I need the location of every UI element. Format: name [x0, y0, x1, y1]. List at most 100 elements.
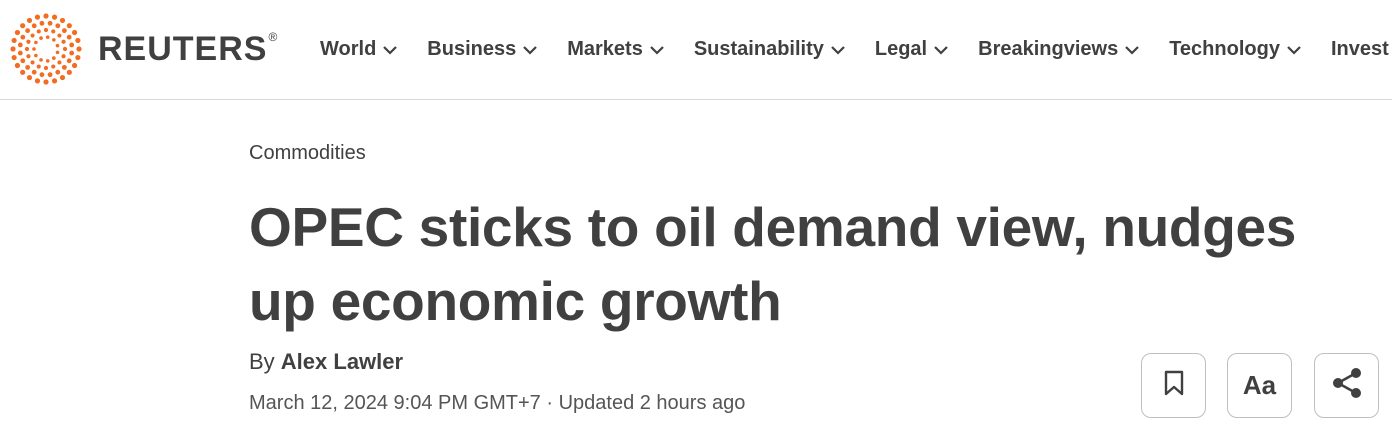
- site-header: REUTERS ® World Business Markets Sustain…: [0, 0, 1392, 100]
- logo-dot: [36, 29, 41, 34]
- logo-dot: [14, 62, 21, 69]
- nav-item-label: Invest: [1330, 37, 1389, 60]
- logo-dot: [39, 20, 45, 26]
- logo-dot: [75, 54, 81, 61]
- logo-dot: [30, 60, 35, 65]
- logo-dot: [34, 53, 38, 58]
- chevron-down-icon: [650, 38, 664, 61]
- share-button[interactable]: [1314, 353, 1379, 418]
- logo-dot: [36, 64, 41, 69]
- logo-dot: [71, 29, 78, 36]
- logo-dot: [39, 72, 45, 78]
- logo-dot: [26, 39, 31, 44]
- logo-wordmark: REUTERS: [98, 30, 268, 68]
- logo-dot: [25, 64, 31, 70]
- logo-dot: [61, 39, 66, 44]
- nav-item-label: Markets: [567, 37, 643, 60]
- reuters-dot-ring-logo-icon: [10, 13, 82, 85]
- nav-item-sustainability[interactable]: Sustainability: [694, 34, 845, 64]
- logo-dot: [47, 20, 53, 26]
- logo-dot: [20, 69, 26, 75]
- share-icon: [1330, 366, 1364, 405]
- logo-dot: [61, 64, 67, 70]
- logo-dot: [43, 79, 49, 85]
- logo-dot: [34, 40, 38, 45]
- logo-dot: [59, 74, 66, 81]
- article-category-link[interactable]: Commodities: [249, 142, 366, 165]
- logo-dot: [25, 28, 31, 34]
- nav-item-markets[interactable]: Markets: [567, 34, 664, 64]
- author-link[interactable]: Alex Lawler: [281, 349, 403, 374]
- chevron-down-icon: [523, 38, 538, 61]
- logo-dot: [39, 36, 43, 40]
- logo-dot: [26, 17, 33, 24]
- text-size-button[interactable]: Aa: [1227, 353, 1292, 418]
- byline-prefix: By: [249, 349, 281, 374]
- logo-dot: [51, 64, 56, 69]
- logo-dot: [20, 58, 26, 64]
- logo-dot: [55, 43, 60, 48]
- logo-dot: [66, 34, 72, 40]
- logo-dot: [31, 23, 37, 29]
- nav-item-business[interactable]: Business: [427, 34, 538, 64]
- logo-dot: [17, 50, 23, 56]
- logo-dot: [76, 46, 82, 52]
- logo-dot: [52, 56, 56, 60]
- registered-mark: ®: [268, 30, 278, 44]
- nav-item-legal[interactable]: Legal: [875, 34, 948, 64]
- chevron-down-icon: [383, 38, 398, 61]
- logo-dot: [24, 46, 30, 52]
- bookmark-button[interactable]: [1141, 353, 1206, 418]
- logo-dot: [69, 50, 75, 56]
- logo-dot: [51, 29, 56, 34]
- text-size-label: Aa: [1242, 370, 1277, 400]
- logo-dot: [47, 72, 53, 78]
- chevron-down-icon: [934, 38, 948, 61]
- logo-dot: [66, 69, 72, 75]
- logo-dot: [43, 65, 49, 71]
- main-nav: World Business Markets Sustainability Le…: [320, 34, 1392, 64]
- logo-dot: [55, 23, 61, 29]
- logo-dot: [43, 13, 49, 19]
- logo-dot: [51, 14, 58, 20]
- logo-dot: [75, 37, 81, 44]
- logo-dot: [59, 17, 66, 24]
- nav-item-label: Legal: [874, 37, 928, 60]
- logo-dot: [17, 42, 23, 48]
- logo-dot: [71, 62, 78, 69]
- logo-dot: [32, 47, 36, 51]
- logo-dot: [39, 58, 43, 62]
- article-headline: OPEC sticks to oil demand view, nudges u…: [249, 196, 1297, 332]
- logo-dot: [52, 38, 56, 42]
- nav-item-world[interactable]: World: [320, 34, 398, 64]
- nav-item-technology[interactable]: Technology: [1169, 34, 1301, 64]
- logo-dot: [69, 42, 75, 48]
- article-dateline: March 12, 2024 9:04 PM GMT+7 · Updated 2…: [249, 392, 746, 414]
- chevron-down-icon: [1125, 38, 1139, 61]
- logo-dot: [30, 33, 35, 38]
- chevron-down-icon: [831, 38, 845, 61]
- logo-dot: [61, 28, 67, 34]
- logo-dot: [66, 23, 72, 29]
- logo-dot: [20, 23, 26, 29]
- logo-dot: [31, 69, 37, 75]
- nav-item-label: Technology: [1169, 37, 1280, 60]
- logo-dot: [14, 29, 21, 36]
- logo-dot: [57, 33, 62, 38]
- nav-item-label: Business: [427, 37, 517, 60]
- logo-dot: [26, 74, 33, 81]
- nav-item-breakingviews[interactable]: Breakingviews: [978, 34, 1139, 64]
- logo-dot: [45, 35, 50, 39]
- nav-item-label: World: [320, 37, 377, 60]
- logo-dot: [26, 54, 31, 59]
- logo-dot: [45, 59, 50, 63]
- logo-dot: [10, 46, 16, 52]
- logo-dot: [11, 37, 17, 44]
- reuters-logo[interactable]: REUTERS ®: [8, 13, 277, 85]
- byline: By Alex Lawler: [249, 349, 403, 375]
- logo-dot: [34, 78, 41, 84]
- logo-dot: [62, 46, 68, 52]
- logo-dot: [55, 69, 61, 75]
- logo-dot: [57, 60, 62, 65]
- nav-item-invest[interactable]: Invest: [1331, 34, 1389, 64]
